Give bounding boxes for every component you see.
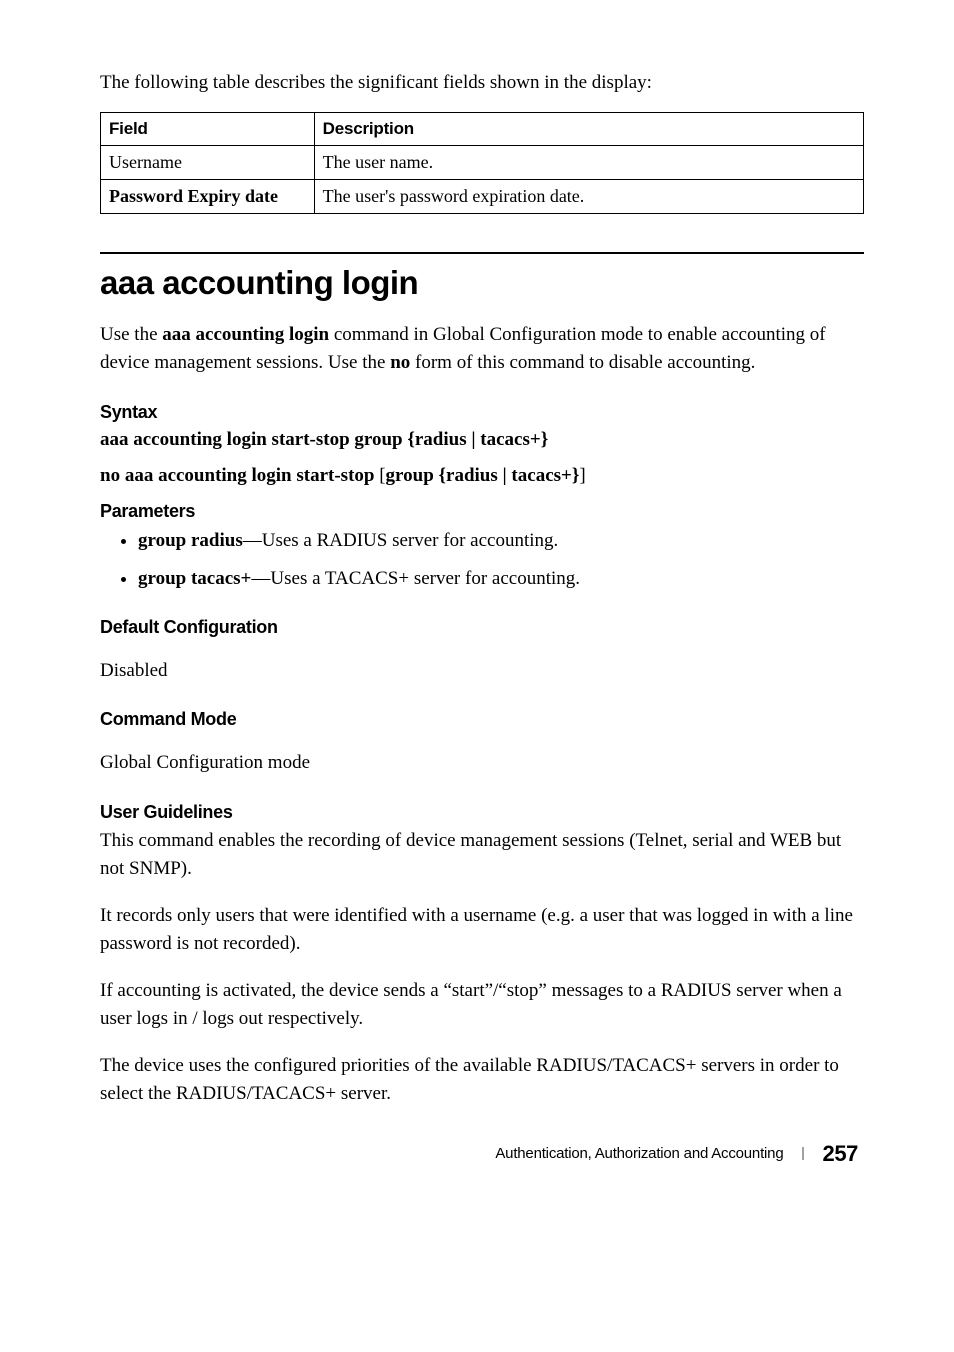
command-description: Use the aaa accounting login command in … bbox=[100, 321, 864, 378]
param-text: —Uses a RADIUS server for accounting. bbox=[243, 530, 559, 551]
table-cell-description: The user's password expiration date. bbox=[314, 179, 863, 213]
command-mode-text: Global Configuration mode bbox=[100, 749, 864, 778]
table-intro-text: The following table describes the signif… bbox=[100, 69, 864, 98]
footer-title: Authentication, Authorization and Accoun… bbox=[495, 1145, 783, 1162]
command-mode-heading: Command Mode bbox=[100, 709, 864, 730]
user-guidelines-heading: User Guidelines bbox=[100, 802, 864, 823]
default-config-heading: Default Configuration bbox=[100, 617, 864, 638]
page-footer: Authentication, Authorization and Accoun… bbox=[100, 1141, 864, 1167]
footer-page-number: 257 bbox=[822, 1141, 858, 1167]
table-header-field: Field bbox=[101, 112, 315, 145]
guidelines-para: If accounting is activated, the device s… bbox=[100, 977, 864, 1034]
syntax-text: no aaa accounting login start-stop bbox=[100, 465, 379, 486]
param-bold: group tacacs+ bbox=[138, 568, 251, 589]
desc-bold: no bbox=[390, 352, 410, 373]
section-divider bbox=[100, 252, 864, 254]
guidelines-para: It records only users that were identifi… bbox=[100, 902, 864, 959]
desc-text: Use the bbox=[100, 324, 162, 345]
desc-bold: aaa accounting login bbox=[162, 324, 329, 345]
param-text: —Uses a TACACS+ server for accounting. bbox=[251, 568, 580, 589]
desc-text: form of this command to disable accounti… bbox=[410, 352, 755, 373]
parameter-item: group radius—Uses a RADIUS server for ac… bbox=[138, 528, 864, 555]
syntax-line-1: aaa accounting login start-stop group {r… bbox=[100, 429, 864, 451]
footer-separator: | bbox=[801, 1145, 804, 1162]
fields-table: Field Description Username The user name… bbox=[100, 112, 864, 214]
syntax-bracket: ] bbox=[579, 465, 585, 486]
syntax-text: group {radius | tacacs+} bbox=[386, 465, 580, 486]
parameters-list: group radius—Uses a RADIUS server for ac… bbox=[100, 528, 864, 593]
parameters-heading: Parameters bbox=[100, 501, 864, 522]
command-heading: aaa accounting login bbox=[100, 264, 864, 302]
table-row: Password Expiry date The user's password… bbox=[101, 179, 864, 213]
param-bold: group radius bbox=[138, 530, 243, 551]
guidelines-para: The device uses the configured prioritie… bbox=[100, 1052, 864, 1109]
table-row: Username The user name. bbox=[101, 145, 864, 179]
syntax-line-2: no aaa accounting login start-stop [grou… bbox=[100, 465, 864, 487]
parameter-item: group tacacs+—Uses a TACACS+ server for … bbox=[138, 566, 864, 593]
table-cell-field: Username bbox=[101, 145, 315, 179]
guidelines-para: This command enables the recording of de… bbox=[100, 827, 864, 884]
table-header-description: Description bbox=[314, 112, 863, 145]
default-config-text: Disabled bbox=[100, 657, 864, 686]
syntax-heading: Syntax bbox=[100, 402, 864, 423]
table-cell-field: Password Expiry date bbox=[101, 179, 315, 213]
table-cell-description: The user name. bbox=[314, 145, 863, 179]
